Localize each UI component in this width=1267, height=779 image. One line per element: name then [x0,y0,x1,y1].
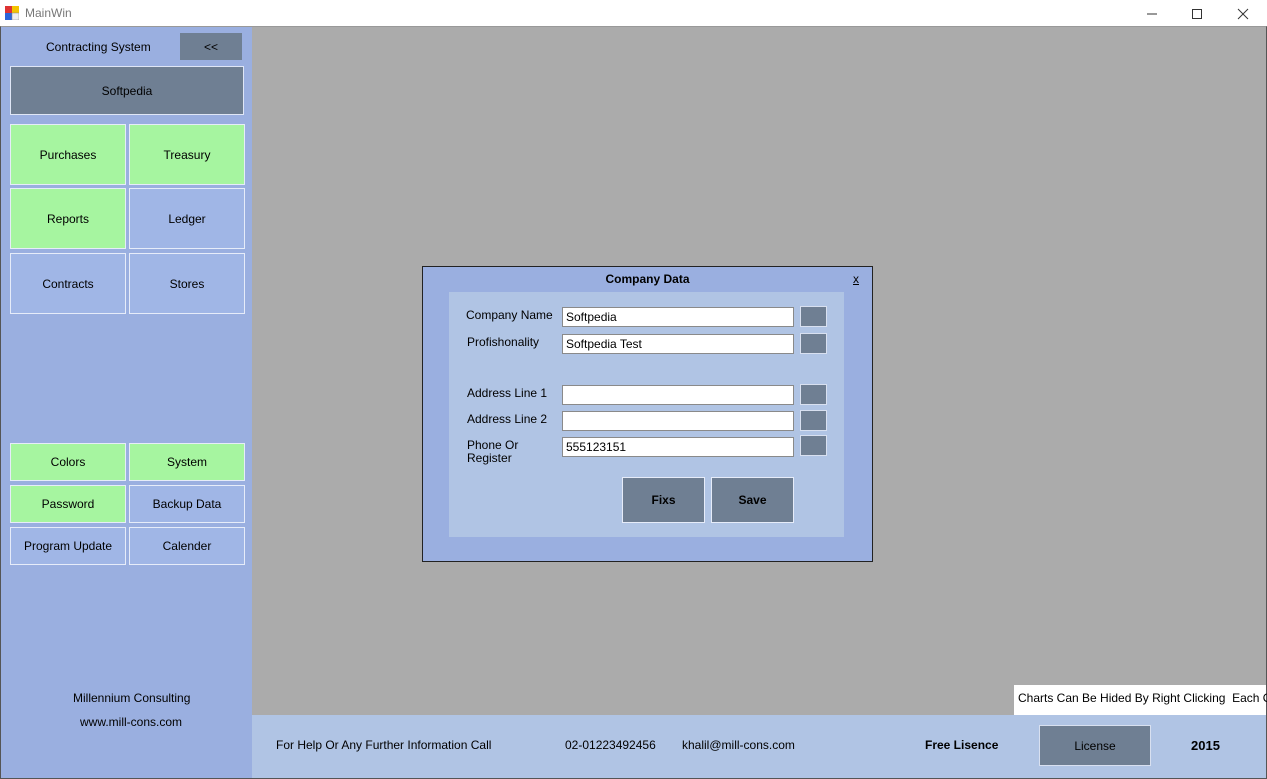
fixs-button[interactable]: Fixs [622,477,705,523]
address-line-1-label: Address Line 1 [467,386,548,400]
company-name-field[interactable]: Softpedia [562,307,794,327]
address-line-2-field[interactable] [562,411,794,431]
phone-register-label: Phone Or Register [467,438,519,465]
calender-button[interactable]: Calender [129,527,245,565]
password-button[interactable]: Password [10,485,126,523]
maximize-button[interactable] [1174,0,1220,27]
minimize-icon [1147,13,1157,14]
title-bar [0,0,1267,27]
phone-register-field[interactable]: 555123151 [562,437,794,457]
help-text: For Help Or Any Further Information Call [276,738,492,752]
company-name-label: Company Name [466,308,553,322]
company-name-extra-button[interactable] [800,306,827,327]
charts-hint-text: Charts Can Be Hided By Right Clicking Ea… [1018,691,1267,705]
reports-button[interactable]: Reports [10,188,126,249]
maximize-icon [1192,8,1202,19]
colors-button[interactable]: Colors [10,443,126,481]
company-button[interactable]: Softpedia [10,66,244,115]
license-button[interactable]: License [1039,725,1151,766]
app-icon [5,6,19,20]
close-icon [1237,8,1249,19]
profishonality-field[interactable]: Softpedia Test [562,334,794,354]
dialog-title: Company Data [605,272,690,286]
program-update-button[interactable]: Program Update [10,527,126,565]
system-button[interactable]: System [129,443,245,481]
ledger-button[interactable]: Ledger [129,188,245,249]
save-button[interactable]: Save [711,477,794,523]
profishonality-label: Profishonality [467,335,540,349]
address-line-1-extra-button[interactable] [800,384,827,405]
year-label: 2015 [1191,738,1220,753]
treasury-button[interactable]: Treasury [129,124,245,185]
profishonality-extra-button[interactable] [800,333,827,354]
help-phone: 02-01223492456 [565,738,656,752]
address-line-2-extra-button[interactable] [800,410,827,431]
minimize-button[interactable] [1129,0,1175,27]
window-title: MainWin [25,6,72,20]
backup-data-button[interactable]: Backup Data [129,485,245,523]
company-credit: Millennium Consulting [73,691,191,705]
close-button[interactable] [1220,0,1266,27]
collapse-sidebar-button[interactable]: << [180,33,242,60]
license-status: Free Lisence [925,738,999,752]
address-line-2-label: Address Line 2 [467,412,548,426]
phone-register-extra-button[interactable] [800,435,827,456]
address-line-1-field[interactable] [562,385,794,405]
company-url: www.mill-cons.com [80,715,183,729]
sidebar-title: Contracting System [46,40,151,54]
purchases-button[interactable]: Purchases [10,124,126,185]
help-email: khalil@mill-cons.com [682,738,795,752]
dialog-close-button[interactable]: x [853,272,859,286]
